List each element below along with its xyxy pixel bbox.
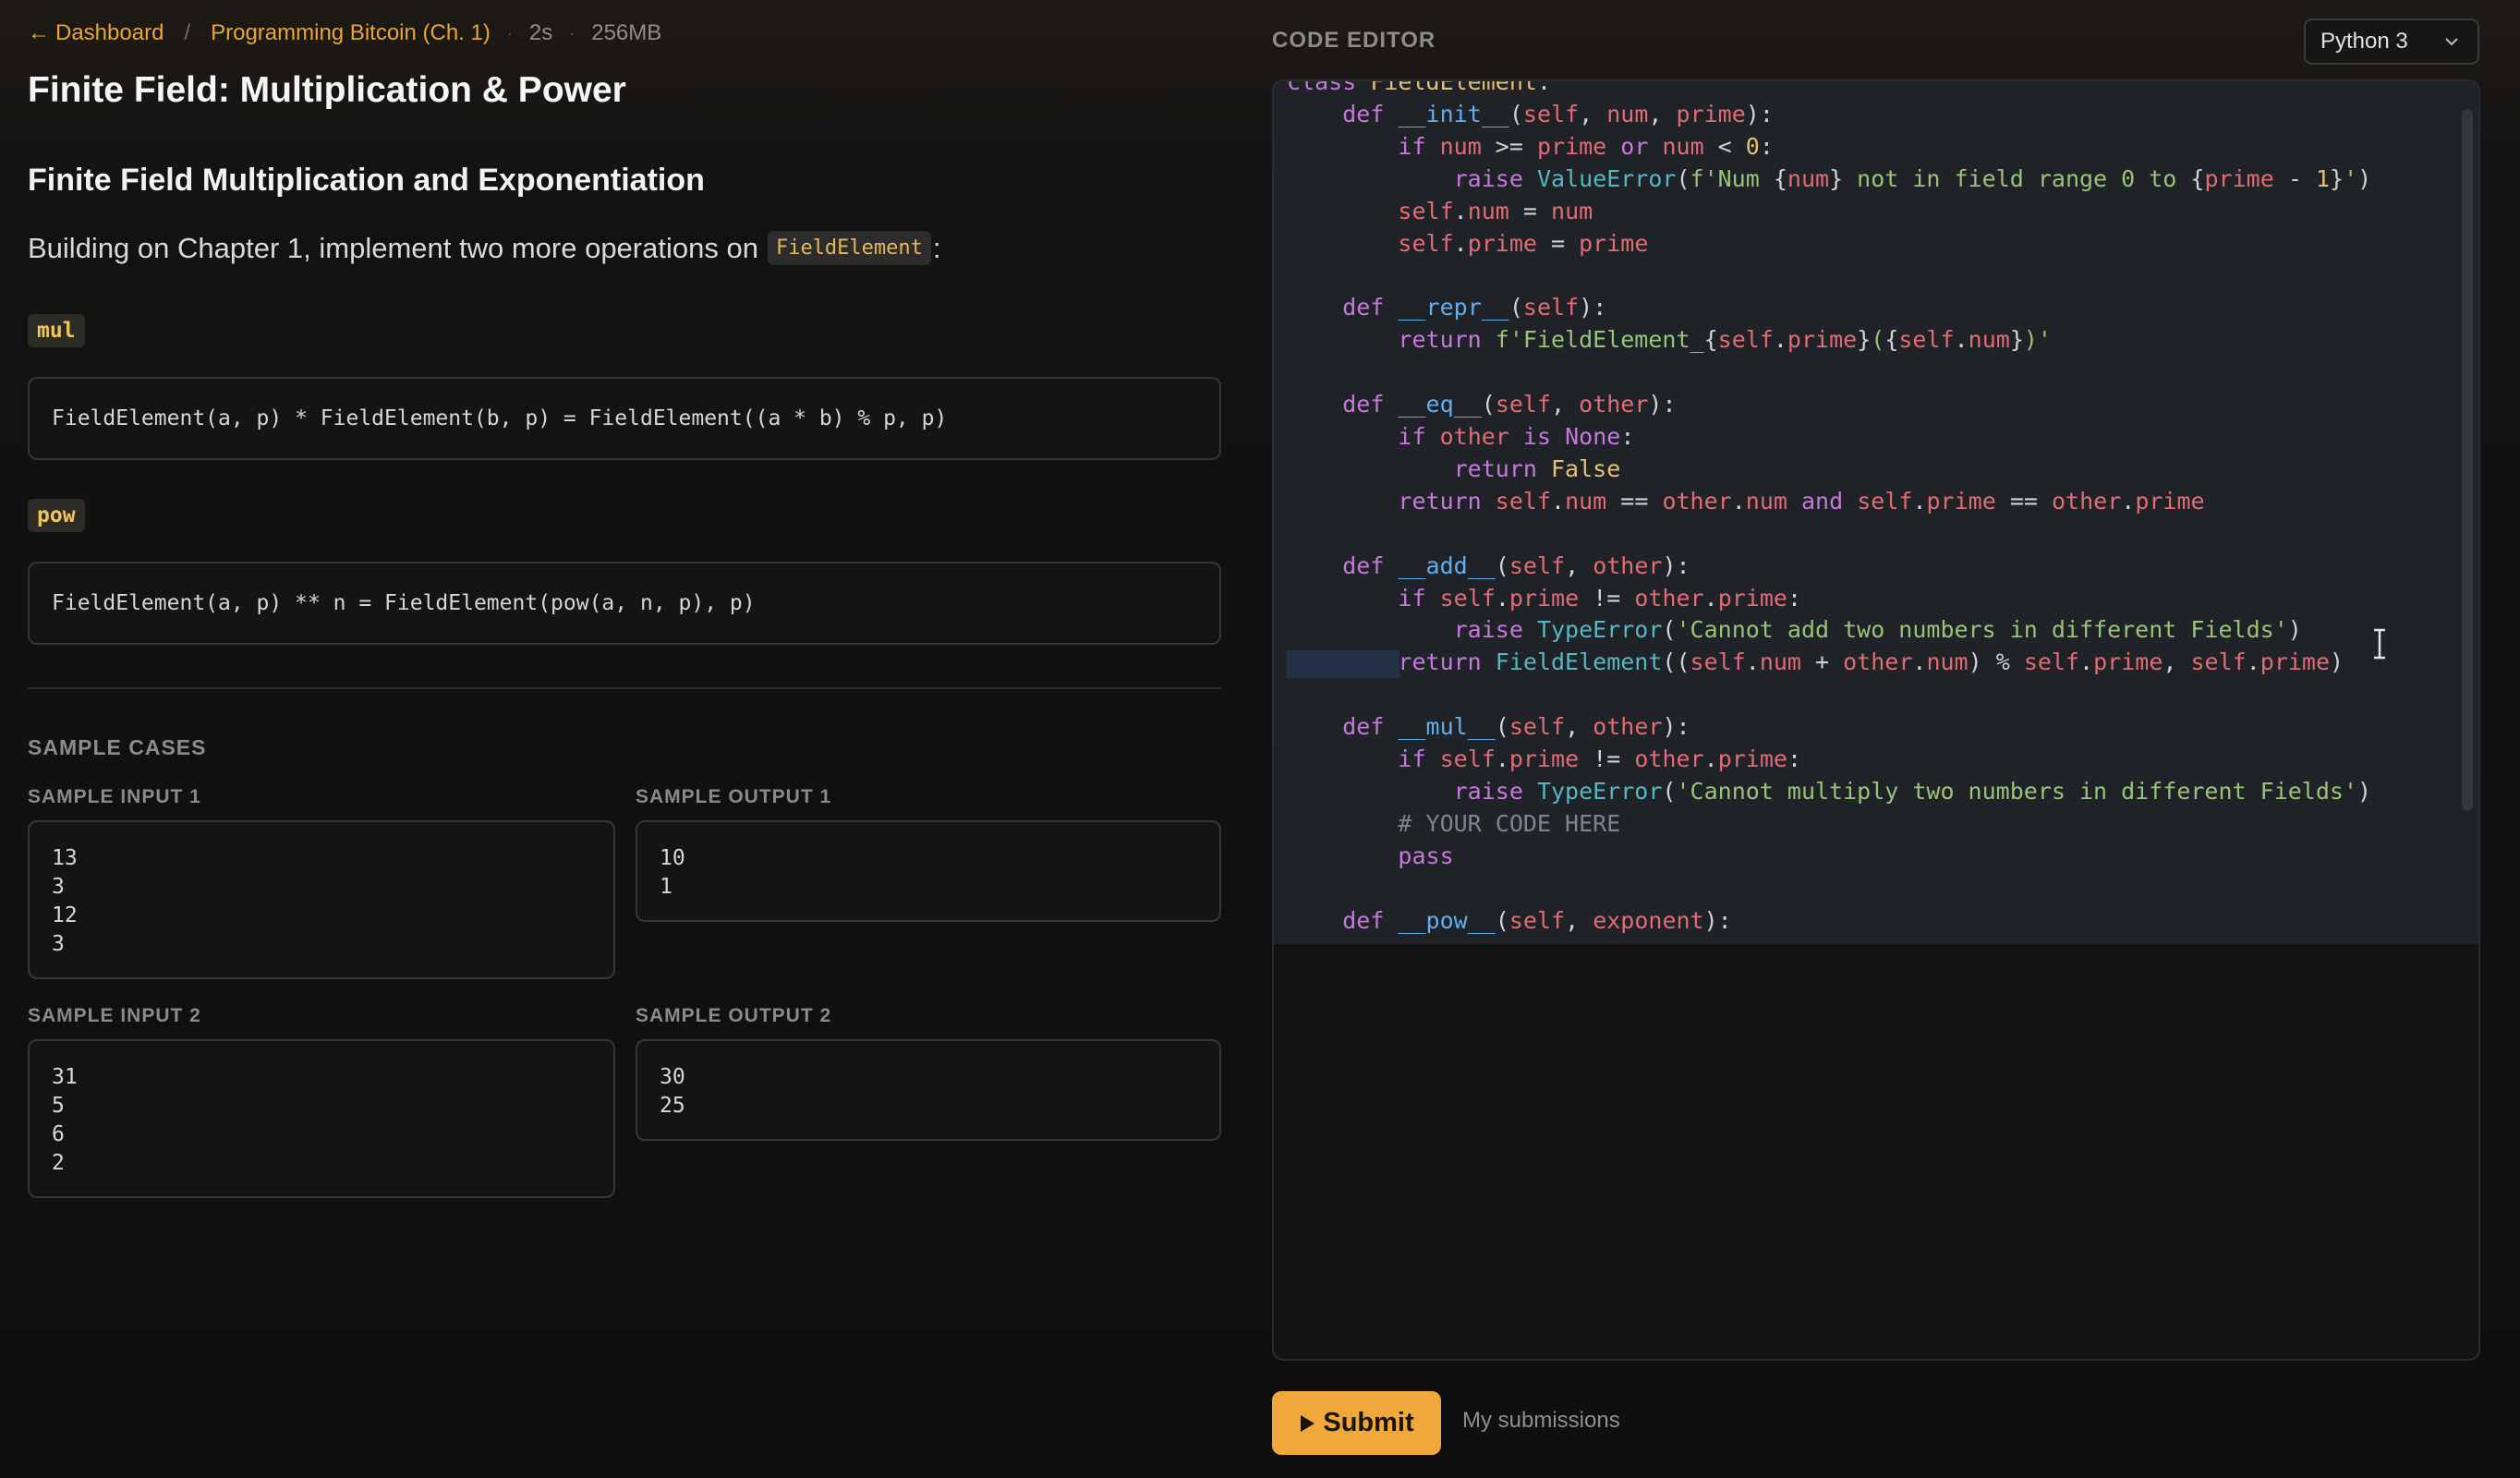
submit-label: Submit — [1323, 1408, 1414, 1437]
submit-button[interactable]: Submit — [1272, 1391, 1441, 1455]
breadcrumb-separator: / — [184, 20, 191, 45]
sample-output-1: 10 1 — [636, 820, 1221, 922]
code-editor[interactable]: class FieldElement: def __init__(self, n… — [1272, 79, 2480, 1361]
sample-output-1-label: SAMPLE OUTPUT 1 — [636, 786, 832, 807]
language-select[interactable]: Python 3 — [2304, 18, 2479, 65]
code-area[interactable]: class FieldElement: def __init__(self, n… — [1274, 81, 2478, 944]
back-to-dashboard-link[interactable]: ← Dashboard — [28, 20, 164, 46]
play-icon — [1301, 1414, 1315, 1432]
mul-tag: mul — [28, 314, 85, 347]
pow-tag: pow — [28, 499, 85, 532]
language-select-value: Python 3 — [2320, 29, 2408, 54]
my-submissions-link[interactable]: My submissions — [1462, 1408, 1620, 1434]
breadcrumb: ← Dashboard / Programming Bitcoin (Ch. 1)… — [28, 18, 661, 48]
sample-input-1: 13 3 12 3 — [28, 820, 615, 979]
memory-limit: 256MB — [591, 20, 662, 45]
sample-input-2: 31 5 6 2 — [28, 1039, 615, 1198]
sample-output-2-label: SAMPLE OUTPUT 2 — [636, 1005, 832, 1026]
section-title: Finite Field Multiplication and Exponent… — [28, 163, 705, 198]
page-title: Finite Field: Multiplication & Power — [28, 70, 626, 110]
sample-output-2: 30 25 — [636, 1039, 1221, 1141]
pow-formula: FieldElement(a, p) ** n = FieldElement(p… — [28, 562, 1221, 645]
time-limit: 2s — [528, 20, 553, 45]
arrow-left-icon: ← — [28, 20, 50, 45]
mul-formula: FieldElement(a, p) * FieldElement(b, p) … — [28, 377, 1221, 460]
text-cursor-icon — [2374, 628, 2385, 660]
breadcrumb-course-link[interactable]: Programming Bitcoin (Ch. 1) — [211, 20, 491, 46]
dot-separator: · — [506, 23, 513, 42]
dot-separator: · — [569, 23, 575, 42]
intro-text: Building on Chapter 1, implement two mor… — [28, 231, 941, 265]
divider — [28, 687, 1221, 689]
samples-heading: SAMPLE CASES — [28, 735, 207, 759]
chevron-down-icon — [2445, 38, 2458, 46]
problem-panel: ← Dashboard / Programming Bitcoin (Ch. 1)… — [28, 0, 1221, 1478]
intro-suffix: : — [932, 231, 941, 264]
inline-code: FieldElement — [767, 231, 931, 265]
editor-heading: CODE EDITOR — [1272, 28, 1436, 53]
sample-input-1-label: SAMPLE INPUT 1 — [28, 786, 201, 807]
sample-input-2-label: SAMPLE INPUT 2 — [28, 1005, 201, 1026]
editor-scrollbar[interactable] — [2462, 109, 2473, 811]
code-content[interactable]: class FieldElement: def __init__(self, n… — [1287, 81, 2371, 937]
intro-sentence: Building on Chapter 1, implement two mor… — [28, 231, 758, 264]
